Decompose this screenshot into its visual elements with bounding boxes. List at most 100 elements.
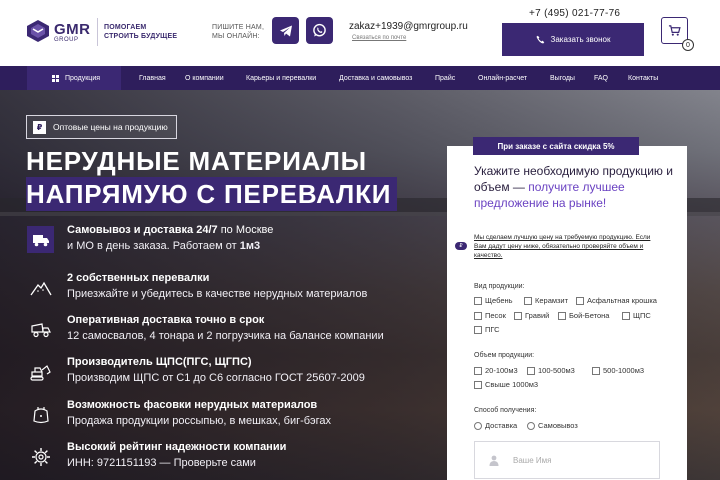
feature-title-bold: Самовывоз и доставка 24/7 — [67, 224, 218, 236]
checkbox[interactable] — [527, 366, 535, 375]
feature-description: ИНН: 9721151193 — Проверьте сами — [67, 457, 256, 469]
hero-title-line-2: НАПРЯМУЮ С ПЕРЕВАЛКИ — [26, 177, 398, 211]
feature-title: Оперативная доставка точно в срок — [67, 314, 265, 326]
write-us-line-2: МЫ ОНЛАЙН: — [212, 33, 260, 40]
ruble-badge-icon: ₽ — [455, 242, 467, 250]
option-label: Асфальтная крошка — [587, 296, 657, 305]
whatsapp-button[interactable] — [306, 17, 333, 44]
option-label: ПГС — [485, 325, 500, 334]
email-contact-link[interactable]: Связаться по почте — [352, 35, 406, 41]
product-option-concrete-scrap[interactable]: Бой-Бетона — [558, 311, 609, 320]
product-option-asphalt-crumb[interactable]: Асфальтная крошка — [576, 296, 657, 305]
product-option-keramzit[interactable]: Керамзит — [524, 296, 568, 305]
option-label: Свыше 1000м3 — [485, 380, 539, 389]
nav-products-label: Продукция — [65, 74, 101, 82]
email-link[interactable]: zakaz+1939@gmrgroup.ru — [349, 21, 468, 32]
nav-item-quarries[interactable]: Карьеры и перевалки — [246, 66, 316, 90]
truck-icon — [27, 226, 54, 253]
write-us-label: ПИШИТЕ НАМ, МЫ ОНЛАЙН: — [212, 23, 264, 41]
header-divider — [97, 18, 98, 46]
checkbox[interactable] — [592, 366, 600, 375]
feature-description-bold: 1м3 — [239, 240, 261, 252]
nav-item-home[interactable]: Главная — [139, 66, 166, 90]
feature-description: и МО в день заказа. Работаем от 1м3 — [67, 240, 260, 252]
logo-subtext: GROUP — [54, 37, 79, 43]
feature-description: Производим ЩПС от С1 до С6 согласно ГОСТ… — [67, 372, 365, 384]
slogan: ПОМОГАЕМ СТРОИТЬ БУДУЩЕЕ — [104, 23, 177, 41]
cart-count-badge: 0 — [682, 39, 694, 51]
feature-description: Приезжайте и убедитесь в качестве нерудн… — [67, 288, 368, 300]
nav-item-benefits[interactable]: Выгоды — [550, 66, 575, 90]
option-label: 100-500м3 — [538, 366, 575, 375]
product-option-pgs[interactable]: ПГС — [474, 325, 500, 334]
product-option-crushed-stone[interactable]: Щебень — [474, 296, 513, 305]
nav-item-contacts[interactable]: Контакты — [628, 66, 658, 90]
checkbox[interactable] — [558, 311, 566, 320]
option-label: 500-1000м3 — [603, 366, 645, 375]
feature-title: Производитель ЩПС(ПГС, ЩГПС) — [67, 356, 252, 368]
telegram-icon — [279, 25, 292, 36]
slogan-line-1: ПОМОГАЕМ — [104, 24, 147, 31]
phone-icon — [535, 35, 544, 44]
checkbox[interactable] — [474, 325, 482, 334]
checkbox[interactable] — [474, 311, 482, 320]
order-call-button[interactable]: Заказать звонок — [502, 23, 644, 56]
checkbox[interactable] — [524, 296, 532, 305]
order-form: Укажите необходимую продукцию и объем — … — [447, 146, 687, 480]
product-option-gravel[interactable]: Гравий — [514, 311, 549, 320]
name-field[interactable] — [474, 441, 660, 479]
feature-description: 12 самосвалов, 4 тонара и 2 погрузчика н… — [67, 330, 384, 342]
ruble-icon: ₽ — [33, 120, 46, 134]
method-option-pickup[interactable]: Самовывоз — [527, 421, 578, 430]
product-option-sand[interactable]: Песок — [474, 311, 506, 320]
excavator-icon — [27, 358, 54, 385]
volume-option-500-1000[interactable]: 500-1000м3 — [592, 366, 644, 375]
product-type-label: Вид продукции: — [474, 283, 525, 290]
logo-mark-icon — [27, 20, 49, 42]
logo[interactable]: GMR GROUP — [26, 19, 94, 45]
product-option-shps[interactable]: ЩПС — [622, 311, 651, 320]
nav-products-menu[interactable]: Продукция — [27, 66, 121, 90]
checkbox[interactable] — [514, 311, 522, 320]
nav-item-about[interactable]: О компании — [185, 66, 224, 90]
wholesale-badge-text: Оптовые цены на продукцию — [53, 122, 168, 132]
radio[interactable] — [474, 421, 482, 430]
slogan-line-2: СТРОИТЬ БУДУЩЕЕ — [104, 33, 178, 40]
gear-icon — [27, 443, 54, 470]
checkbox[interactable] — [474, 296, 482, 305]
option-label: Самовывоз — [538, 421, 578, 430]
site-header: GMR GROUP ПОМОГАЕМ СТРОИТЬ БУДУЩЕЕ ПИШИТ… — [0, 0, 720, 66]
feature-title: Самовывоз и доставка 24/7 по Москве — [67, 224, 273, 236]
main-nav: Продукция Главная О компании Карьеры и п… — [0, 66, 720, 90]
feature-title-light: по Москве — [217, 224, 274, 236]
option-label: Доставка — [485, 421, 518, 430]
checkbox[interactable] — [474, 366, 482, 375]
method-option-delivery[interactable]: Доставка — [474, 421, 517, 430]
nav-item-price[interactable]: Прайс — [435, 66, 455, 90]
volume-label: Объем продукции: — [474, 352, 535, 359]
bag-icon — [27, 401, 54, 428]
grid-icon — [52, 74, 59, 82]
checkbox[interactable] — [474, 380, 482, 389]
user-icon — [489, 455, 499, 466]
option-label: Керамзит — [535, 296, 569, 305]
nav-item-delivery[interactable]: Доставка и самовывоз — [339, 66, 412, 90]
telegram-button[interactable] — [272, 17, 299, 44]
phone-link[interactable]: +7 (495) 021-77-76 — [529, 8, 620, 19]
name-input[interactable] — [513, 455, 633, 465]
volume-option-20-100[interactable]: 20-100м3 — [474, 366, 518, 375]
nav-item-calculator[interactable]: Онлайн-расчет — [478, 66, 527, 90]
checkbox[interactable] — [576, 296, 584, 305]
nav-item-faq[interactable]: FAQ — [594, 66, 608, 90]
option-label: ЩПС — [633, 311, 651, 320]
write-us-line-1: ПИШИТЕ НАМ, — [212, 24, 265, 31]
volume-option-100-500[interactable]: 100-500м3 — [527, 366, 575, 375]
cart-icon — [668, 25, 681, 36]
checkbox[interactable] — [622, 311, 630, 320]
logo-text: GMR — [54, 21, 91, 38]
feature-title: 2 собственных перевалки — [67, 272, 210, 284]
radio[interactable] — [527, 421, 535, 430]
feature-description: Продажа продукции россыпью, в мешках, би… — [67, 415, 331, 427]
option-label: Песок — [485, 311, 506, 320]
volume-option-over-1000[interactable]: Свыше 1000м3 — [474, 380, 538, 389]
